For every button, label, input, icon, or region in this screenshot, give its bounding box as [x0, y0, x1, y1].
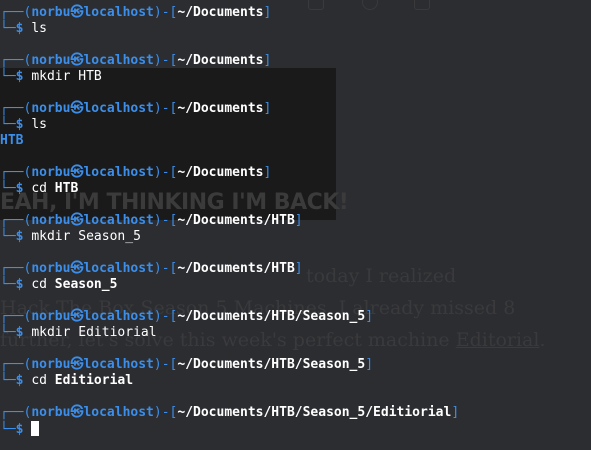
prompt-path: ~/Documents/HTB: [177, 261, 295, 276]
prompt-frame: )-[: [153, 405, 178, 420]
prompt-dollar: $: [15, 21, 32, 36]
prompt-header: ┌──(norbu㉿localhost)-[~/Documents/HTB/Se…: [0, 357, 373, 373]
prompt-dollar: $: [15, 117, 32, 132]
prompt-frame: ┌──(: [0, 309, 32, 324]
prompt-path: ~/Documents/HTB/Season_5/Editiorial: [177, 405, 452, 420]
prompt-dollar: $: [15, 325, 32, 340]
prompt-frame: ]: [263, 165, 272, 180]
prompt-dollar: $: [15, 373, 32, 388]
prompt-frame: └─: [0, 69, 16, 84]
prompt-frame: )-[: [153, 165, 178, 180]
prompt-frame: └─: [0, 117, 16, 132]
prompt-frame: )-[: [153, 261, 178, 276]
command-name: cd: [31, 181, 47, 196]
prompt-frame: ]: [365, 309, 374, 324]
prompt-dollar: $: [15, 69, 32, 84]
prompt-frame: )-[: [153, 309, 178, 324]
prompt-dollar: $: [15, 422, 32, 437]
command-line: └─$ cd Season_5: [0, 277, 117, 293]
prompt-user: norbu㉿localhost: [31, 213, 154, 228]
prompt-header: ┌──(norbu㉿localhost)-[~/Documents]: [0, 165, 271, 181]
prompt-frame: └─: [0, 373, 16, 388]
prompt-frame: └─: [0, 229, 16, 244]
prompt-user: norbu㉿localhost: [31, 405, 154, 420]
prompt-frame: ]: [294, 213, 303, 228]
prompt-dollar: $: [15, 181, 32, 196]
prompt-frame: └─: [0, 325, 16, 340]
command-line: └─$ ls: [0, 117, 47, 133]
prompt-frame: ┌──(: [0, 405, 32, 420]
prompt-frame: ┌──(: [0, 101, 32, 116]
prompt-frame: )-[: [153, 357, 178, 372]
prompt-frame: └─: [0, 21, 16, 36]
prompt-dollar: $: [15, 277, 32, 292]
command-name: mkdir: [31, 325, 71, 340]
prompt-path: ~/Documents: [177, 165, 264, 180]
prompt-header: ┌──(norbu㉿localhost)-[~/Documents]: [0, 101, 271, 117]
command-name: cd: [31, 373, 47, 388]
prompt-frame: )-[: [153, 5, 178, 20]
prompt-header: ┌──(norbu㉿localhost)-[~/Documents]: [0, 53, 271, 69]
command-line: └─$ mkdir Editiorial: [0, 325, 157, 341]
prompt-frame: )-[: [153, 53, 178, 68]
prompt-frame: )-[: [153, 101, 178, 116]
command-name: mkdir: [31, 69, 71, 84]
prompt-frame: ┌──(: [0, 261, 32, 276]
prompt-frame: ]: [263, 101, 272, 116]
command-arg: Editiorial: [78, 325, 157, 340]
prompt-user: norbu㉿localhost: [31, 261, 154, 276]
prompt-frame: └─: [0, 181, 16, 196]
prompt-header: ┌──(norbu㉿localhost)-[~/Documents/HTB/Se…: [0, 405, 459, 421]
prompt-path: ~/Documents: [177, 5, 264, 20]
prompt-user: norbu㉿localhost: [31, 165, 154, 180]
prompt-frame: └─: [0, 277, 16, 292]
command-arg: HTB: [78, 69, 102, 84]
prompt-dollar: $: [15, 229, 32, 244]
prompt-frame: )-[: [153, 213, 178, 228]
prompt-header: ┌──(norbu㉿localhost)-[~/Documents/HTB/Se…: [0, 309, 373, 325]
prompt-user: norbu㉿localhost: [31, 101, 154, 116]
prompt-path: ~/Documents: [177, 101, 264, 116]
prompt-frame: ┌──(: [0, 53, 32, 68]
terminal-window[interactable]: ┌──(norbu㉿localhost)-[~/Documents] └─$ ls…: [0, 0, 591, 450]
prompt-user: norbu㉿localhost: [31, 357, 154, 372]
prompt-frame: ]: [365, 357, 374, 372]
command-name: mkdir: [31, 229, 71, 244]
prompt-path: ~/Documents/HTB/Season_5: [177, 309, 366, 324]
command-name: cd: [31, 277, 47, 292]
prompt-path: ~/Documents: [177, 53, 264, 68]
prompt-user: norbu㉿localhost: [31, 5, 154, 20]
prompt-user: norbu㉿localhost: [31, 309, 154, 324]
command-output: HTB: [0, 133, 24, 148]
prompt-path: ~/Documents/HTB: [177, 213, 295, 228]
command-name: ls: [31, 117, 47, 132]
command-arg: Season_5: [78, 229, 141, 244]
prompt-frame: ┌──(: [0, 165, 32, 180]
command-line: └─$ cd HTB: [0, 181, 78, 197]
prompt-header: ┌──(norbu㉿localhost)-[~/Documents]: [0, 5, 271, 21]
prompt-header: ┌──(norbu㉿localhost)-[~/Documents/HTB]: [0, 213, 303, 229]
command-line: └─$ ls: [0, 21, 47, 37]
terminal-cursor[interactable]: [31, 421, 40, 436]
command-line: └─$ cd Editiorial: [0, 373, 133, 389]
prompt-frame: ┌──(: [0, 5, 32, 20]
prompt-frame: ┌──(: [0, 213, 32, 228]
command-line: └─$ mkdir Season_5: [0, 229, 141, 245]
command-name: ls: [31, 21, 47, 36]
command-line: └─$ mkdir HTB: [0, 69, 102, 85]
prompt-frame: ]: [263, 5, 272, 20]
command-arg: Editiorial: [54, 373, 134, 388]
prompt-user: norbu㉿localhost: [31, 53, 154, 68]
prompt-frame: └─: [0, 422, 16, 437]
prompt-frame: ]: [294, 261, 303, 276]
command-arg: HTB: [54, 181, 79, 196]
prompt-frame: ┌──(: [0, 357, 32, 372]
command-arg: Season_5: [54, 277, 118, 292]
command-line: └─$: [0, 421, 40, 437]
prompt-frame: ]: [451, 405, 460, 420]
prompt-path: ~/Documents/HTB/Season_5: [177, 357, 366, 372]
prompt-frame: ]: [263, 53, 272, 68]
prompt-header: ┌──(norbu㉿localhost)-[~/Documents/HTB]: [0, 261, 303, 277]
